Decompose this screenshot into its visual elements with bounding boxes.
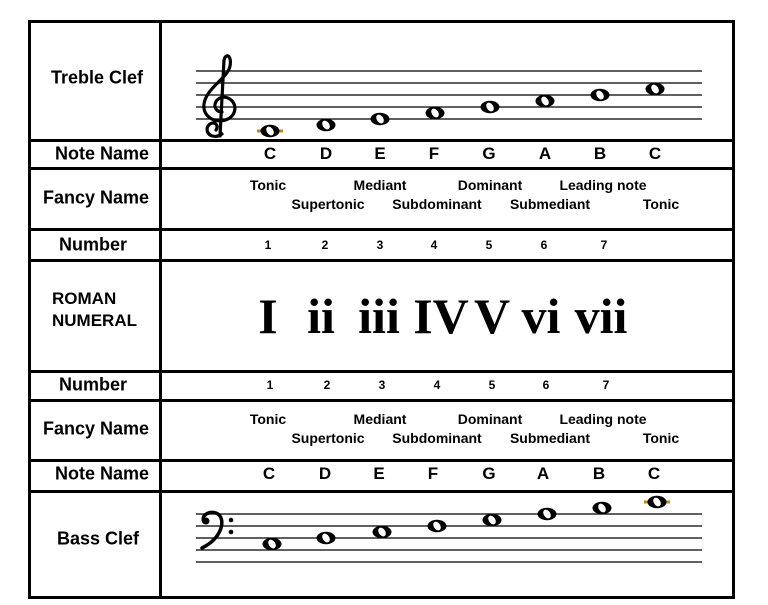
whole-note-icon — [316, 531, 336, 545]
whole-note-icon — [425, 106, 445, 120]
bass-clef-dot — [202, 517, 210, 525]
treble-clef-icon — [202, 54, 237, 139]
whole-note-icon — [590, 88, 610, 102]
whole-note-icon — [262, 537, 282, 551]
whole-note-icon — [647, 495, 667, 509]
whole-note-icon — [535, 94, 555, 108]
whole-note-icon — [537, 507, 557, 521]
whole-note-icon — [370, 112, 390, 126]
bass-clef-dot — [228, 529, 234, 535]
whole-note-icon — [427, 519, 447, 533]
whole-note-icon — [316, 118, 336, 132]
whole-note-icon — [482, 513, 502, 527]
whole-note-icon — [592, 501, 612, 515]
whole-note-icon — [645, 82, 665, 96]
whole-note-icon — [372, 525, 392, 539]
whole-note-icon — [260, 124, 280, 138]
staff-notation — [196, 54, 702, 563]
bass-clef-dot — [228, 517, 234, 523]
whole-note-icon — [480, 100, 500, 114]
